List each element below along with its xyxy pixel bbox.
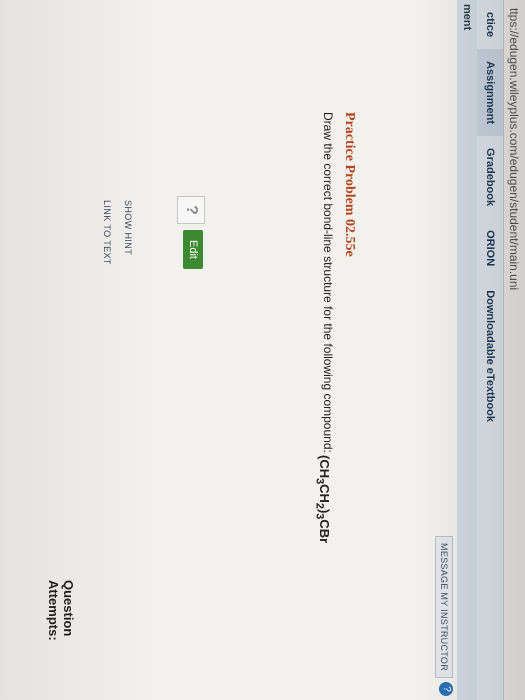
- compound-formula: (CH3CH2)3CBr: [313, 455, 332, 544]
- assignment-content: Practice Problem 02.55e Draw the correct…: [0, 0, 457, 700]
- tab-assignment[interactable]: Assignment: [477, 49, 503, 137]
- problem-prompt: Draw the correct bond-line structure for…: [321, 112, 335, 453]
- section-header: ment: [457, 0, 477, 700]
- problem-title: Practice Problem 02.55e: [342, 112, 357, 257]
- tab-gradebook[interactable]: Gradebook: [477, 136, 503, 218]
- show-hint-link[interactable]: SHOW HINT: [123, 200, 133, 255]
- page-viewport: ttps://edugen.wileyplus.com/edugen/stude…: [0, 0, 525, 700]
- url-bar[interactable]: ttps://edugen.wileyplus.com/edugen/stude…: [503, 0, 525, 700]
- tab-etextbook[interactable]: Downloadable eTextbook: [477, 278, 503, 434]
- url-text: ttps://edugen.wileyplus.com/edugen/stude…: [507, 8, 521, 291]
- question-attempts-label: Question Attempts:: [46, 580, 76, 641]
- edit-button[interactable]: Edit: [183, 230, 203, 269]
- drawing-placeholder-icon: ?: [177, 196, 205, 224]
- tab-orion[interactable]: ORION: [477, 218, 503, 278]
- link-to-text[interactable]: LINK TO TEXT: [102, 200, 112, 265]
- tab-practice[interactable]: ctice: [477, 0, 503, 49]
- course-nav: ctice Assignment Gradebook ORION Downloa…: [476, 0, 503, 700]
